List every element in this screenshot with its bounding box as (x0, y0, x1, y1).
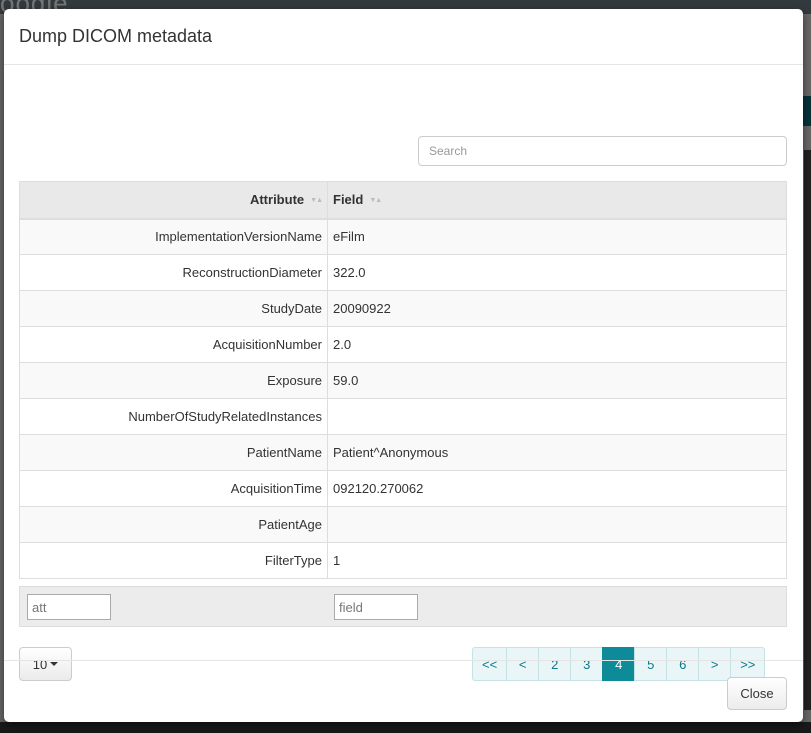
modal-body: Attribute ▼▲ Field ▼▲ ImplementationVersio… (4, 65, 803, 681)
table-row: Exposure 59.0 (19, 362, 787, 399)
attribute-filter-input[interactable] (27, 594, 111, 620)
table-row: ReconstructionDiameter 322.0 (19, 254, 787, 291)
attribute-cell: ImplementationVersionName (19, 218, 328, 255)
modal-header: Dump DICOM metadata (4, 9, 803, 65)
sort-icon: ▼▲ (369, 197, 382, 205)
table-row: AcquisitionNumber 2.0 (19, 326, 787, 363)
attribute-cell: NumberOfStudyRelatedInstances (19, 398, 328, 435)
table-row: FilterType 1 (19, 542, 787, 579)
field-cell: 20090922 (327, 290, 787, 327)
attribute-cell: FilterType (19, 542, 328, 579)
column-header-field[interactable]: Field ▼▲ (327, 181, 787, 220)
field-cell: 322.0 (327, 254, 787, 291)
attribute-cell: StudyDate (19, 290, 328, 327)
search-input[interactable] (418, 136, 787, 166)
field-cell (327, 506, 787, 543)
column-filter-row (19, 586, 787, 627)
metadata-table: Attribute ▼▲ Field ▼▲ ImplementationVersio… (19, 181, 787, 579)
table-row: AcquisitionTime 092120.270062 (19, 470, 787, 507)
field-filter-input[interactable] (334, 594, 418, 620)
column-header-label: Field (333, 192, 364, 208)
field-cell: 1 (327, 542, 787, 579)
close-button[interactable]: Close (727, 677, 787, 710)
field-cell (327, 398, 787, 435)
field-cell: 2.0 (327, 326, 787, 363)
attribute-cell: PatientAge (19, 506, 328, 543)
field-cell: 092120.270062 (327, 470, 787, 507)
attribute-cell: AcquisitionTime (19, 470, 328, 507)
field-cell: eFilm (327, 218, 787, 255)
modal-footer: Close (4, 660, 803, 722)
table-row: NumberOfStudyRelatedInstances (19, 398, 787, 435)
modal-title: Dump DICOM metadata (19, 26, 213, 46)
dicom-metadata-modal: Dump DICOM metadata Attribute ▼▲ Field ▼▲ … (4, 9, 803, 722)
table-header-row: Attribute ▼▲ Field ▼▲ (19, 181, 787, 220)
attribute-cell: Exposure (19, 362, 328, 399)
sort-icon: ▼▲ (310, 197, 323, 205)
column-header-label: Attribute (249, 192, 305, 208)
table-row: StudyDate 20090922 (19, 290, 787, 327)
attribute-cell: ReconstructionDiameter (19, 254, 328, 291)
attribute-cell: AcquisitionNumber (19, 326, 328, 363)
field-cell: Patient^Anonymous (327, 434, 787, 471)
table-row: PatientAge (19, 506, 787, 543)
column-header-attribute[interactable]: Attribute ▼▲ (19, 181, 328, 220)
field-cell: 59.0 (327, 362, 787, 399)
attribute-cell: PatientName (19, 434, 328, 471)
table-row: ImplementationVersionName eFilm (19, 218, 787, 255)
table-row: PatientName Patient^Anonymous (19, 434, 787, 471)
